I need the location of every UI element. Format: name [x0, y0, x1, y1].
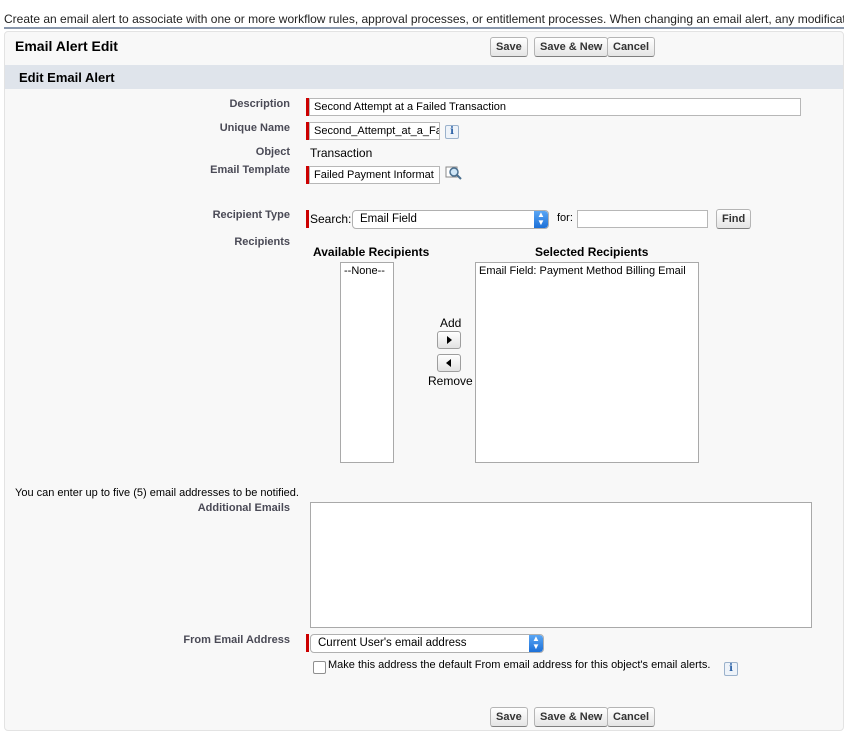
required-indicator	[306, 210, 309, 228]
object-value: Transaction	[310, 146, 373, 160]
select-arrows-icon: ▲ ▼	[529, 635, 543, 652]
intro-text: Create an email alert to associate with …	[4, 12, 844, 26]
section-header	[5, 65, 843, 89]
required-indicator	[306, 634, 309, 652]
cancel-button-bottom[interactable]: Cancel	[607, 707, 656, 727]
recipient-search-input[interactable]	[577, 210, 708, 228]
search-label: Search:	[310, 212, 352, 226]
save-new-button-top[interactable]: Save & New	[534, 37, 609, 57]
arrow-right-icon	[447, 336, 452, 344]
lookup-magnifier-icon[interactable]	[445, 165, 463, 182]
list-item[interactable]: --None--	[344, 265, 390, 277]
additional-emails-textarea[interactable]	[310, 502, 812, 628]
from-email-value: Current User's email address	[318, 637, 467, 649]
recipients-label: Recipients	[234, 236, 290, 248]
remove-button[interactable]	[437, 354, 461, 372]
available-recipients-list[interactable]: --None--	[340, 262, 394, 463]
section-title: Edit Email Alert	[19, 70, 115, 85]
recipient-type-select[interactable]: Email Field ▲ ▼	[352, 210, 549, 229]
page-title: Email Alert Edit	[15, 38, 118, 54]
email-template-label: Email Template	[210, 164, 290, 176]
description-label: Description	[229, 98, 290, 110]
save-new-button-bottom[interactable]: Save & New	[534, 707, 609, 727]
from-email-select[interactable]: Current User's email address ▲ ▼	[310, 634, 544, 653]
save-button-top[interactable]: Save	[490, 37, 528, 57]
additional-emails-label: Additional Emails	[197, 502, 290, 514]
description-input[interactable]: Second Attempt at a Failed Transaction	[309, 98, 801, 116]
unique-name-input[interactable]: Second_Attempt_at_a_Fa	[309, 122, 440, 140]
from-email-label: From Email Address	[183, 634, 290, 646]
emails-note: You can enter up to five (5) email addre…	[15, 487, 299, 499]
save-button-bottom[interactable]: Save	[490, 707, 528, 727]
recipient-type-value: Email Field	[360, 213, 417, 225]
cancel-button-top[interactable]: Cancel	[607, 37, 656, 57]
remove-label: Remove	[428, 374, 473, 388]
default-from-checkbox[interactable]	[313, 661, 326, 674]
arrow-left-icon	[446, 359, 451, 367]
default-from-checkbox-label: Make this address the default From email…	[328, 659, 711, 671]
list-item[interactable]: Email Field: Payment Method Billing Emai…	[479, 265, 695, 277]
find-button[interactable]: Find	[716, 209, 751, 229]
info-icon[interactable]: i	[724, 662, 738, 676]
header-divider	[4, 27, 844, 29]
selected-recipients-list[interactable]: Email Field: Payment Method Billing Emai…	[475, 262, 699, 463]
object-label: Object	[255, 146, 290, 158]
selected-recipients-title: Selected Recipients	[535, 245, 649, 259]
email-template-input[interactable]: Failed Payment Informat	[309, 166, 440, 184]
for-label: for:	[557, 212, 573, 224]
unique-name-label: Unique Name	[219, 122, 290, 134]
add-label: Add	[440, 316, 462, 330]
recipient-type-label: Recipient Type	[212, 209, 290, 221]
available-recipients-title: Available Recipients	[313, 245, 430, 259]
select-arrows-icon: ▲ ▼	[534, 211, 548, 228]
info-icon[interactable]: i	[445, 125, 459, 139]
add-button[interactable]	[437, 331, 461, 349]
